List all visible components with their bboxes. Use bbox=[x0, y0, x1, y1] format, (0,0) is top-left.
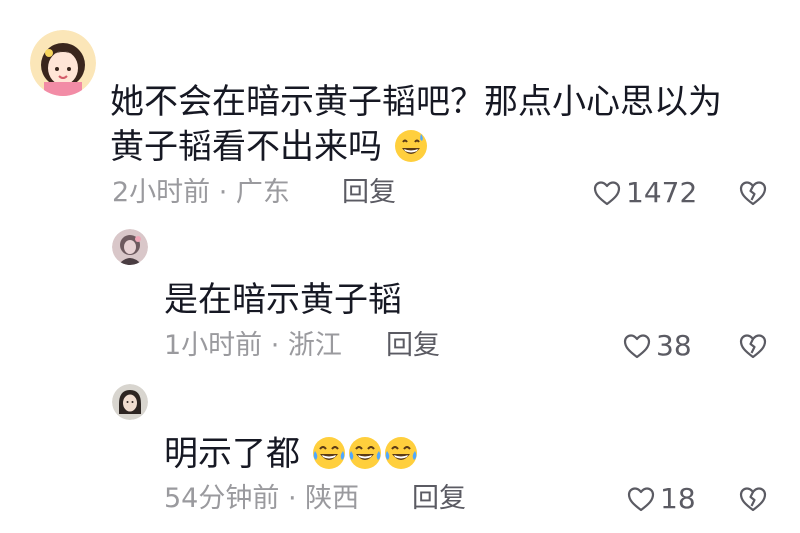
avatar[interactable] bbox=[30, 30, 96, 96]
like-button[interactable]: 1472 bbox=[592, 176, 697, 210]
like-button[interactable]: 38 bbox=[622, 329, 692, 363]
reply-button[interactable]: 回复 bbox=[412, 482, 466, 516]
like-button[interactable]: 18 bbox=[626, 482, 696, 516]
heart-icon bbox=[623, 334, 651, 359]
heart-icon bbox=[593, 181, 621, 206]
laugh-cry-icon bbox=[348, 437, 381, 469]
broken-heart-icon[interactable] bbox=[738, 484, 768, 514]
comment-text-line: 是在暗示黄子韬 bbox=[164, 280, 402, 320]
comment-text: 她不会在暗示黄子韬吧？那点小心思以为 bbox=[110, 80, 722, 124]
grin-sweat-icon bbox=[394, 130, 427, 162]
heart-icon bbox=[627, 487, 655, 512]
broken-heart-icon[interactable] bbox=[738, 178, 768, 208]
laugh-cry-icon bbox=[312, 437, 345, 469]
like-count: 38 bbox=[656, 329, 692, 362]
comment-meta: 54分钟前 · 陕西 bbox=[164, 483, 360, 514]
like-count: 18 bbox=[660, 482, 696, 515]
comment-meta: 1小时前 · 浙江 bbox=[164, 330, 342, 361]
comment-meta: 2小时前 · 广东 bbox=[112, 177, 290, 208]
laugh-cry-icon bbox=[384, 437, 417, 469]
reply-button[interactable]: 回复 bbox=[342, 176, 396, 210]
avatar[interactable] bbox=[112, 384, 148, 420]
comment-text: 黄子韬看不出来吗 bbox=[110, 125, 429, 169]
comment-text-line: 她不会在暗示黄子韬吧？那点小心思以为 bbox=[110, 82, 722, 122]
comment-text-line: 明示了都 bbox=[164, 434, 300, 474]
comment-text-line: 黄子韬看不出来吗 bbox=[110, 127, 382, 167]
avatar[interactable] bbox=[112, 229, 148, 265]
comment-text: 是在暗示黄子韬 bbox=[164, 278, 402, 322]
like-count: 1472 bbox=[626, 176, 698, 209]
comment-text: 明示了都 bbox=[164, 432, 419, 476]
broken-heart-icon[interactable] bbox=[738, 331, 768, 361]
reply-button[interactable]: 回复 bbox=[386, 329, 440, 363]
